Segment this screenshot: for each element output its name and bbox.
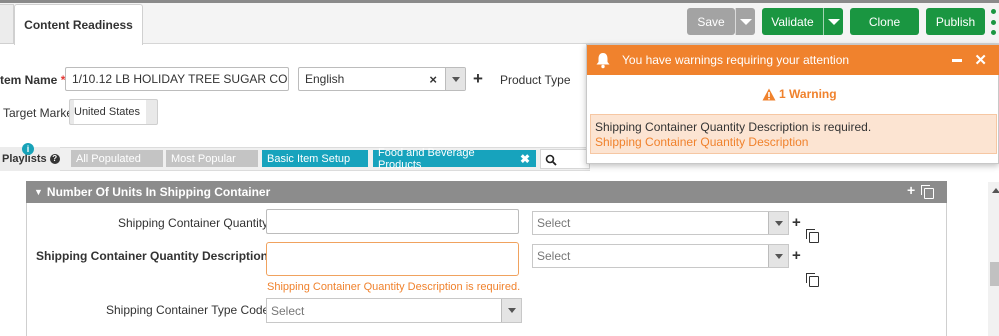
publish-button[interactable]: Publish [926,8,985,35]
target-market-value: United States [74,100,147,124]
copy-icon[interactable] [806,273,819,287]
shipping-container-quantity-description-label: Shipping Container Quantity Description [36,249,269,263]
field-error-message: Shipping Container Quantity Description … [267,281,521,293]
warning-message-box: Shipping Container Quantity Description … [590,114,997,154]
question-icon[interactable]: ? [49,154,60,164]
playlist-chip-most-popular[interactable]: Most Popular [166,150,258,167]
dropdown-button[interactable] [768,245,788,267]
warning-count-label: 1 Warning [779,87,837,101]
shipping-container-quantity-input[interactable] [266,209,519,234]
warning-icon [762,88,776,100]
clone-button[interactable]: Clone [850,8,919,35]
section-add-icon[interactable]: + [907,182,915,198]
caret-down-icon [451,76,460,82]
validate-button[interactable]: Validate [762,8,823,35]
select-placeholder: Select [271,303,305,318]
shipping-container-type-code-label: Shipping Container Type Code [106,303,270,317]
close-icon[interactable]: ✕ [974,51,987,69]
info-icon[interactable]: i [22,143,34,155]
scrollbar-thumb[interactable] [990,262,999,286]
save-button[interactable]: Save [687,8,735,35]
select-placeholder: Select [537,216,571,230]
shipping-container-type-code-select[interactable]: Select [266,298,522,323]
search-icon [545,154,557,166]
item-name-input[interactable]: 1/10.12 LB HOLIDAY TREE SUGAR COO... [65,67,289,91]
kebab-icon[interactable] [990,9,996,35]
shipping-container-quantity-description-select[interactable]: Select [532,244,789,268]
playlist-search-input[interactable] [540,149,590,169]
plus-icon[interactable]: + [792,248,801,263]
dropdown-button[interactable] [445,68,465,90]
dropdown-button[interactable] [768,212,788,234]
caret-down-icon [774,253,783,259]
collapse-icon[interactable]: ▼ [34,187,43,197]
plus-icon[interactable]: + [473,70,483,87]
scrollbar[interactable] [988,182,999,336]
top-divider [0,0,999,3]
playlist-chip-all-populated[interactable]: All Populated [71,150,163,167]
playlist-chip-label: Food and Beverage Products [378,146,475,171]
minimize-icon[interactable] [952,58,963,62]
warning-count: 1 Warning [762,87,837,101]
shipping-container-quantity-label: Shipping Container Quantity [118,216,269,230]
remove-icon[interactable]: ✖ [520,152,530,166]
product-type-label: Product Type [500,73,571,87]
warning-popup-title: You have warnings requiring your attenti… [622,53,850,67]
caret-down-icon [739,18,752,25]
shipping-container-quantity-unit-select[interactable]: Select [532,211,789,235]
save-options-button[interactable] [735,8,755,35]
caret-down-icon [827,18,840,25]
playlist-chip-basic-item-setup[interactable]: Basic Item Setup [262,150,368,167]
scroll-up-icon[interactable] [992,188,999,193]
target-market-label: Target Market [3,106,77,120]
target-market-field[interactable]: United States [69,99,158,125]
warning-link[interactable]: Shipping Container Quantity Description [595,135,992,150]
section-header[interactable]: ▼ Number Of Units In Shipping Container [26,181,947,203]
playlist-chip-food-beverage[interactable]: Food and Beverage Products ✖ [373,147,536,171]
select-placeholder: Select [537,249,571,263]
section-copy-icon[interactable] [921,185,934,199]
tab-content-readiness[interactable]: Content Readiness [14,4,143,45]
language-select[interactable]: English × [298,67,466,91]
bell-icon [596,53,610,69]
caret-down-icon [507,308,516,313]
section-title: Number Of Units In Shipping Container [46,185,271,199]
language-value: English [305,72,345,86]
warning-popup-header: You have warnings requiring your attenti… [587,45,999,75]
plus-icon[interactable]: + [792,215,801,230]
item-name-label: tem Name [0,73,58,87]
dropdown-button[interactable] [501,299,521,322]
warning-message: Shipping Container Quantity Description … [595,120,872,134]
tab-previous[interactable] [0,4,14,44]
copy-icon[interactable] [806,229,819,243]
clear-icon[interactable]: × [429,72,437,87]
validate-options-button[interactable] [823,8,843,35]
shipping-container-quantity-description-textarea[interactable] [266,242,519,276]
playlists-text: Playlists [2,153,47,165]
caret-down-icon [774,220,783,226]
